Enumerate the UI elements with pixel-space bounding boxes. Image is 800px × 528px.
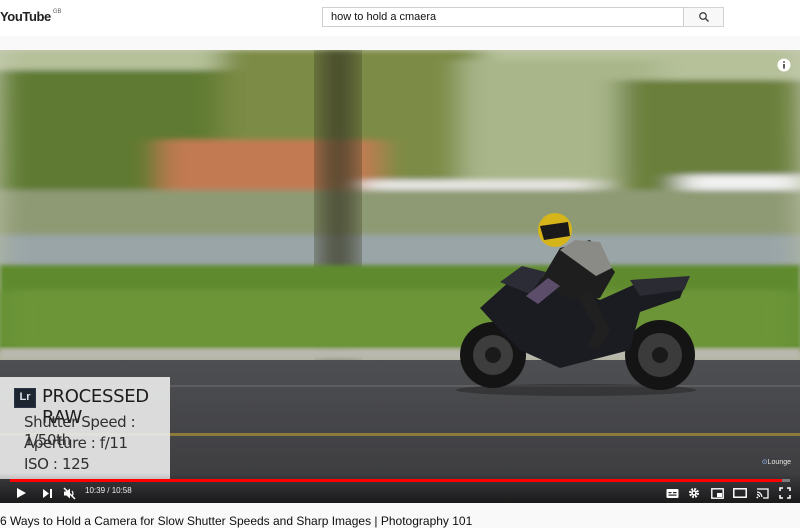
overlay-line-iso: ISO : 125 <box>24 455 90 473</box>
video-player[interactable]: Lr PROCESSED RAW Shutter Speed : 1/50th … <box>0 50 800 503</box>
play-button[interactable] <box>13 485 29 501</box>
theater-icon <box>733 488 747 498</box>
cast-icon <box>755 487 769 499</box>
settings-button[interactable] <box>686 485 702 501</box>
fullscreen-icon <box>779 487 791 499</box>
gear-icon <box>689 488 699 498</box>
logo-text: YouTube <box>0 9 51 24</box>
miniplayer-icon <box>710 487 724 499</box>
cast-button[interactable] <box>754 485 770 501</box>
processed-raw-overlay: Lr PROCESSED RAW Shutter Speed : 1/50th … <box>0 377 170 479</box>
watermark-text: Lounge <box>767 459 791 466</box>
lightroom-logo: Lr <box>14 388 36 408</box>
play-icon <box>17 488 26 498</box>
subtitles-icon <box>666 488 678 498</box>
time-display: 10:39 / 10:58 <box>85 486 132 495</box>
youtube-logo[interactable]: YouTube GB <box>0 9 62 27</box>
next-button[interactable] <box>39 485 55 501</box>
search-icon <box>698 12 709 22</box>
subtitles-button[interactable] <box>664 485 680 501</box>
masthead: YouTube GB how to hold a cmaera <box>0 0 800 36</box>
next-icon <box>42 488 52 498</box>
logo-country-code: GB <box>52 9 62 15</box>
search-input[interactable]: how to hold a cmaera <box>322 7 684 27</box>
fullscreen-button[interactable] <box>777 485 793 501</box>
player-controls: 10:39 / 10:58 <box>0 482 800 503</box>
search-button[interactable] <box>684 7 724 27</box>
info-icon[interactable] <box>777 58 791 72</box>
miniplayer-button[interactable] <box>709 485 725 501</box>
overlay-line-aperture: Aperture : f/11 <box>24 434 128 452</box>
channel-watermark[interactable]: ⊙Lounge <box>762 458 791 466</box>
theater-mode-button[interactable] <box>732 485 748 501</box>
mute-button[interactable] <box>61 485 77 501</box>
volume-muted-icon <box>62 486 76 500</box>
